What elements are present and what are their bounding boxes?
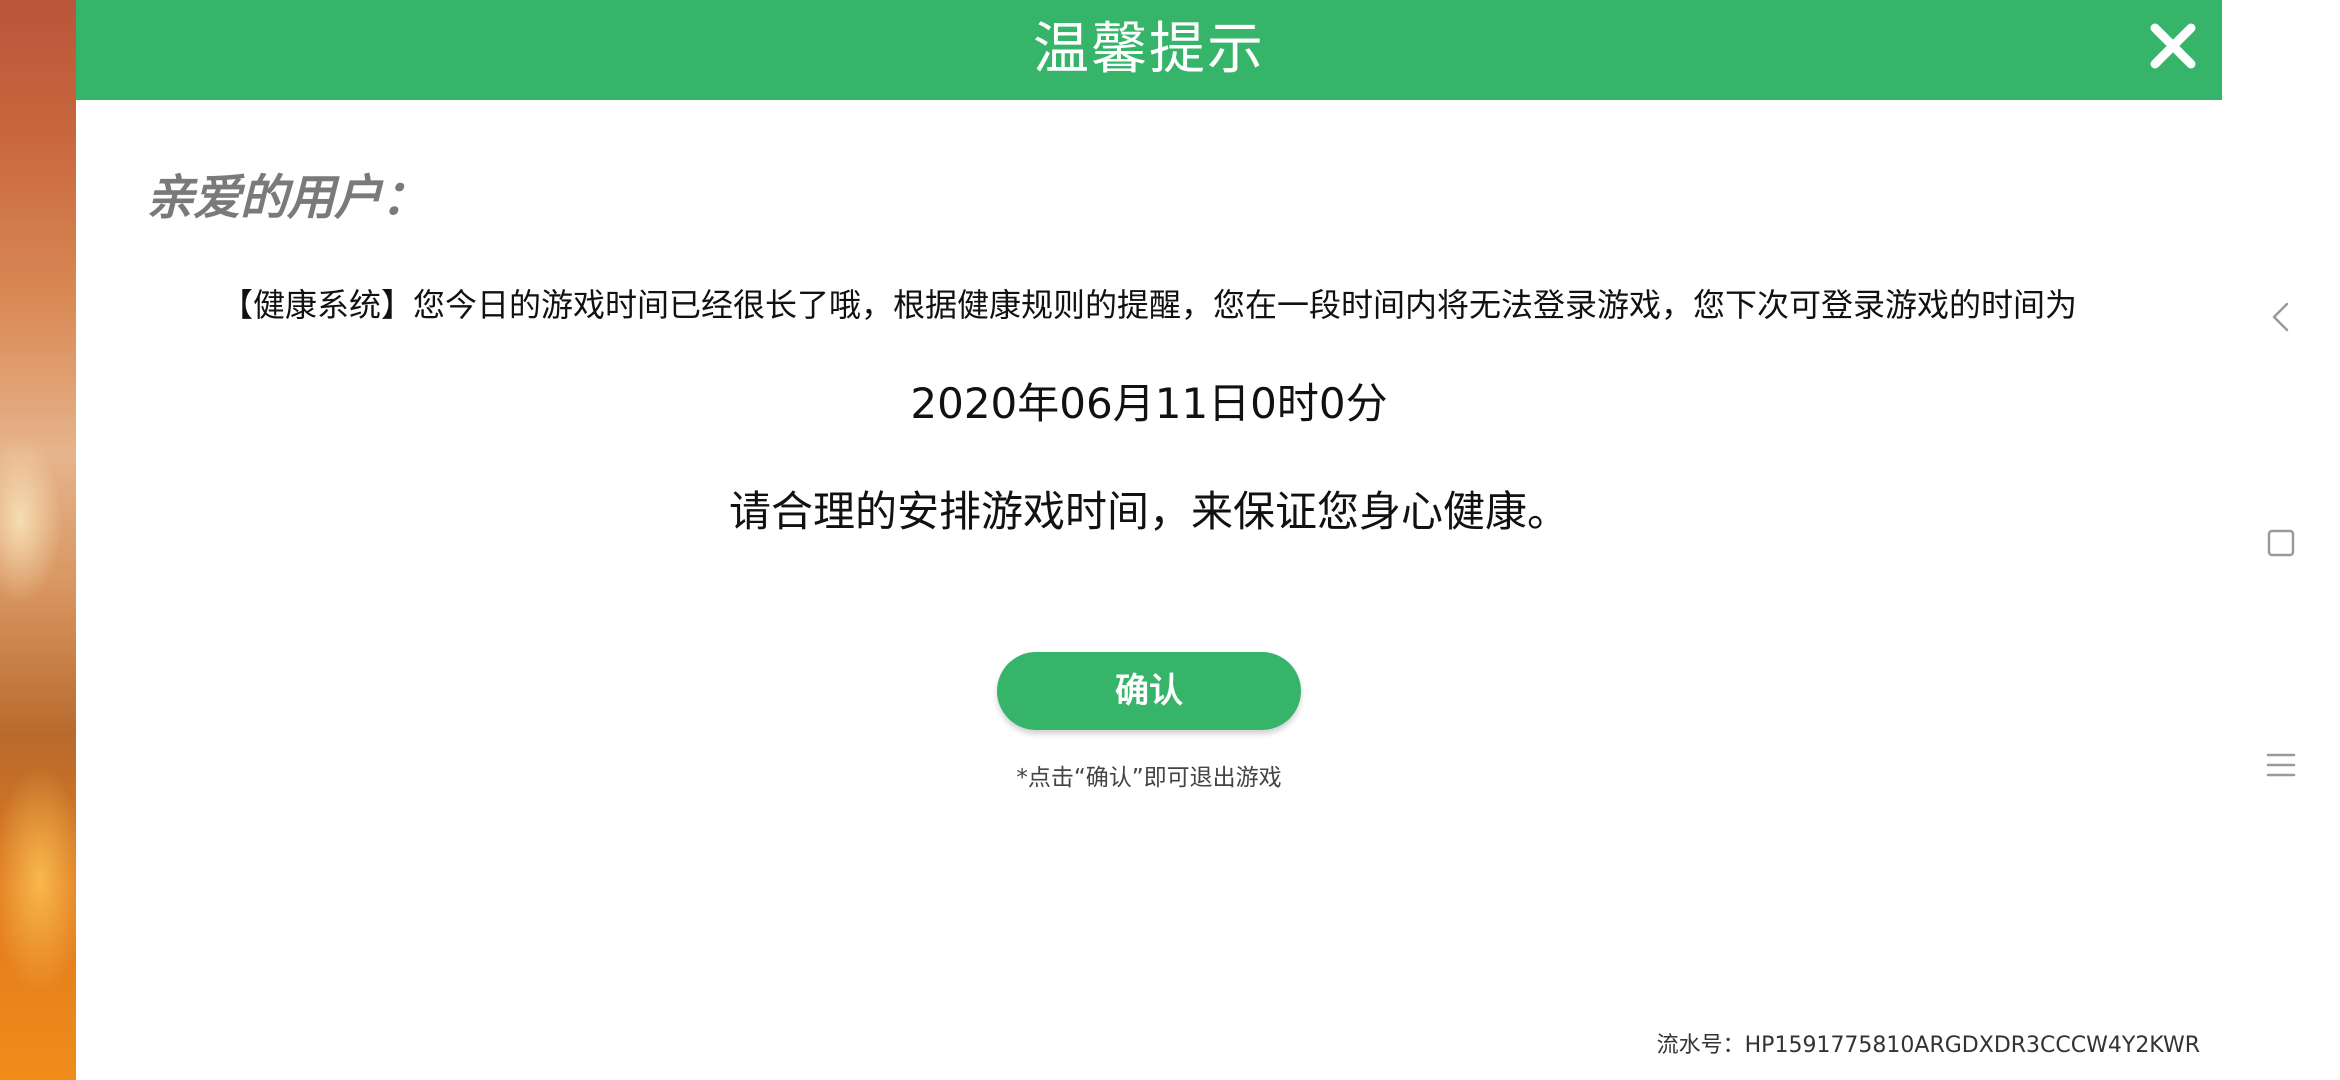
screen: 温馨提示 亲爱的用户： 【健康系统】您今日的游戏时间已经很长了哦，根据健康规则的…: [0, 0, 2340, 1080]
home-nav-icon: [2267, 529, 2295, 557]
dialog-header: 温馨提示: [76, 0, 2222, 100]
confirm-button[interactable]: 确认: [997, 652, 1301, 730]
health-notice-dialog: 温馨提示 亲爱的用户： 【健康系统】您今日的游戏时间已经很长了哦，根据健康规则的…: [76, 0, 2223, 1080]
system-navigation-bar: [2222, 0, 2340, 1080]
back-nav-button[interactable]: [2264, 300, 2298, 334]
next-login-time: 2020年06月11日0时0分: [910, 379, 1388, 428]
close-icon: [2150, 23, 2196, 69]
advice-text: 请合理的安排游戏时间，来保证您身心健康。: [728, 487, 1569, 536]
menu-nav-button[interactable]: [2264, 748, 2298, 782]
greeting-text: 亲爱的用户：: [146, 170, 429, 226]
exit-hint: *点击“确认”即可退出游戏: [1016, 765, 1282, 791]
back-nav-icon: [2272, 302, 2289, 332]
home-nav-button[interactable]: [2264, 526, 2298, 560]
dialog-title: 温馨提示: [1033, 17, 1265, 82]
serial-number: 流水号：HP1591775810ARGDXDR3CCCW4Y2KWR: [1656, 1033, 2200, 1058]
menu-nav-icon: [2266, 753, 2296, 777]
game-background: [0, 0, 78, 1080]
notice-text: 【健康系统】您今日的游戏时间已经很长了哦，根据健康规则的提醒，您在一段时间内将无…: [220, 286, 2077, 324]
close-button[interactable]: [2143, 16, 2203, 76]
